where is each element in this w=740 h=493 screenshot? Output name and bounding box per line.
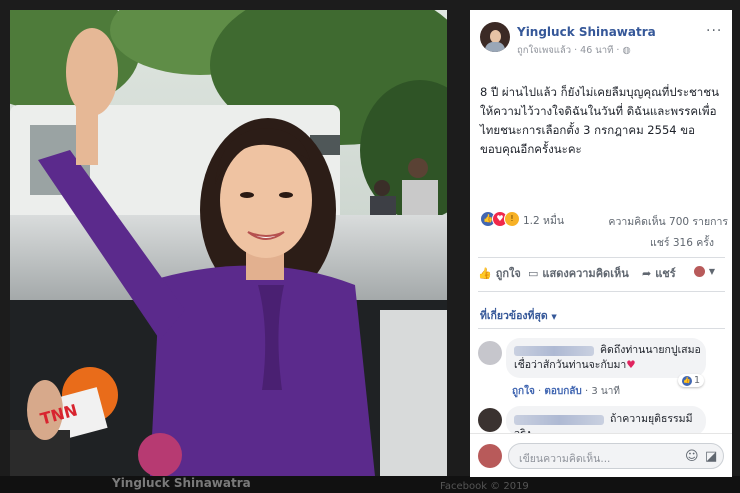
footer-ghost-text: Facebook © 2019 (440, 481, 529, 492)
comment-reply-link[interactable]: ตอบกลับ (544, 386, 581, 397)
bottom-strip (0, 476, 740, 493)
post-time[interactable]: 46 นาที (580, 45, 613, 56)
share-icon: ➦ (642, 267, 652, 280)
commenter-avatar[interactable] (478, 341, 502, 365)
overlay-page-name: Yingluck Shinawatra (112, 476, 251, 490)
page-name-link[interactable]: Yingluck Shinawatra (517, 25, 656, 39)
comment-sort-dropdown[interactable]: ที่เกี่ยวข้องที่สุด ▼ (480, 307, 557, 324)
current-user-avatar (478, 444, 502, 468)
post-header: Yingluck Shinawatra ถูกใจเพจแล้ว · 46 นา… (470, 10, 732, 60)
caret-down-icon: ▼ (551, 313, 557, 321)
post-text: 8 ปี ผ่านไปแล้ว ก็ยังไม่เคยลืมบุญคุณที่ป… (480, 85, 719, 156)
post-sidebar: Yingluck Shinawatra ถูกใจเพจแล้ว · 46 นา… (470, 10, 732, 477)
commenter-avatar[interactable] (478, 408, 502, 432)
reaction-count: 1.2 หมื่น (523, 215, 565, 227)
shares-count[interactable]: แชร์ 316 ครั้ง (650, 234, 714, 251)
like-button[interactable]: 👍 ถูกใจ (478, 264, 521, 282)
comment-icon: ▭ (528, 267, 539, 280)
comment-bubble: ถ้าความยุติธรรมมีจริง (506, 406, 706, 440)
reactions-summary[interactable]: 👍 ♥ ! 1.2 หมื่น ความคิดเห็น 700 รายการ (480, 211, 728, 231)
comment-composer: เขียนความคิดเห็น... ☺ ◪ (470, 433, 732, 477)
divider (478, 328, 725, 329)
sticker-icon[interactable]: ◪ (705, 449, 717, 464)
page-avatar[interactable] (480, 22, 510, 52)
comment-button[interactable]: ▭ แสดงความคิดเห็น (528, 264, 629, 282)
divider (478, 257, 725, 258)
comments-count[interactable]: ความคิดเห็น 700 รายการ (608, 213, 728, 230)
comment-actions: ถูกใจ · ตอบกลับ · 3 นาที (512, 386, 620, 397)
globe-icon: ◍ (622, 45, 631, 56)
share-button[interactable]: ➦ แชร์ (642, 264, 676, 282)
thumbs-up-icon: 👍 (478, 267, 492, 280)
share-as-selector[interactable]: ▼ (694, 264, 715, 277)
wow-icon: ! (504, 211, 520, 227)
like-icon: 👍 (682, 375, 692, 386)
comment-like-count[interactable]: 👍 1 (678, 374, 705, 387)
share-as-avatar (694, 265, 705, 277)
post-meta: ถูกใจเพจแล้ว · 46 นาที · ◍ (517, 45, 631, 56)
liked-status[interactable]: ถูกใจเพจแล้ว (517, 45, 571, 56)
comment-input[interactable]: เขียนความคิดเห็น... ☺ ◪ (508, 443, 724, 469)
divider (478, 291, 725, 292)
post-actions: 👍 ถูกใจ ▭ แสดงความคิดเห็น ➦ แชร์ ▼ (470, 264, 732, 286)
comment-like-link[interactable]: ถูกใจ (512, 386, 535, 397)
comment-bubble: คิดถึงท่านนายกปูเสมอ เชื่อว่าสักวันท่านจ… (506, 338, 706, 378)
chevron-down-icon: ▼ (708, 267, 715, 276)
comment-time[interactable]: 3 นาที (591, 386, 620, 397)
comment-text: คิดถึงท่านนายกปูเสมอ เชื่อว่าสักวันท่านจ… (514, 344, 701, 371)
more-options-icon[interactable]: ··· (706, 23, 722, 39)
emoji-icon[interactable]: ☺ (685, 449, 699, 464)
